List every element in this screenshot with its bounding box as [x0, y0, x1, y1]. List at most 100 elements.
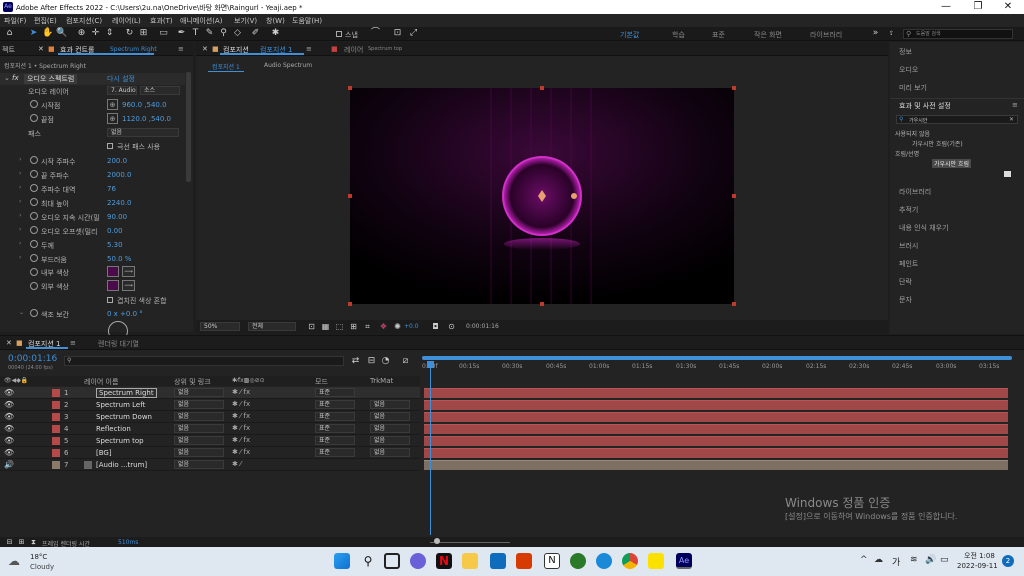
expand-arrow-icon[interactable]: ⌄ [19, 309, 24, 316]
clock-date[interactable]: 2022-09-11 [957, 562, 998, 570]
trkmat-dropdown[interactable]: 없음 [370, 436, 410, 445]
stopwatch-icon[interactable] [30, 114, 38, 122]
parent-dropdown[interactable]: 없음 [174, 460, 224, 469]
blend-overlapping-checkbox[interactable] [107, 297, 113, 303]
panel-menu-icon[interactable]: ≡ [1012, 101, 1018, 109]
stopwatch-icon[interactable] [30, 156, 38, 164]
eye-icon[interactable]: 👁 [4, 388, 14, 397]
timeline-timecode[interactable]: 0:00:01:16 [8, 354, 57, 364]
trkmat-dropdown[interactable]: 없음 [370, 424, 410, 433]
snapshot-icon[interactable]: ◘ [430, 321, 441, 332]
layer-switches[interactable]: ✱ ⁄ fx [232, 412, 250, 420]
expand-icon[interactable]: ⤢ [408, 28, 419, 39]
expand-arrow-icon[interactable]: › [19, 170, 21, 177]
close-tab-icon[interactable]: ✕ [6, 339, 12, 347]
panel-audio[interactable]: 오디오 [899, 65, 918, 75]
dolly-tool-icon[interactable]: ⇕ [104, 28, 115, 39]
expand-arrow-icon[interactable]: › [19, 184, 21, 191]
panel-tracker[interactable]: 추적기 [899, 205, 918, 215]
workspace-small-screen[interactable]: 작은 화면 [754, 30, 782, 40]
inside-color-swatch[interactable] [107, 266, 119, 277]
zoom-slider[interactable] [430, 542, 510, 543]
roto-tool-icon[interactable]: ✐ [250, 28, 261, 39]
work-area-bar[interactable] [422, 356, 1012, 360]
expand-arrow-icon[interactable]: › [19, 226, 21, 233]
outside-color-swatch[interactable] [107, 280, 119, 291]
mode-dropdown[interactable]: 표준 [315, 412, 355, 421]
grid-icon[interactable]: ⊞ [348, 321, 359, 332]
eyedropper-icon[interactable]: ⟿ [122, 280, 135, 291]
wifi-icon[interactable]: ≋ [910, 555, 918, 565]
viewer-menu-icon[interactable]: ≡ [306, 45, 312, 53]
transform-handle[interactable] [348, 194, 352, 198]
parent-dropdown[interactable]: 없음 [174, 424, 224, 433]
layer-row[interactable]: 🔊 7 [Audio ...trum] 없음 ✱ ⁄ [0, 459, 420, 471]
pan-behind-tool-icon[interactable]: ⊞ [138, 28, 149, 39]
battery-icon[interactable]: ▭ [940, 555, 949, 565]
parent-dropdown[interactable]: 없음 [174, 412, 224, 421]
panel-preview[interactable]: 미리 보기 [899, 83, 927, 93]
expand-arrow-icon[interactable]: › [19, 212, 21, 219]
close-tab-icon[interactable]: ✕ [202, 45, 208, 53]
transform-handle[interactable] [540, 86, 544, 90]
stopwatch-icon[interactable] [30, 282, 38, 290]
rectangle-tool-icon[interactable]: ▭ [158, 28, 169, 39]
share-icon[interactable]: ⇪ [886, 28, 897, 39]
mode-dropdown[interactable]: 표준 [315, 448, 355, 457]
task-view-icon[interactable] [384, 553, 400, 569]
pan-tool-icon[interactable]: ✛ [90, 28, 101, 39]
expand-chevron-icon[interactable]: ⌄ [4, 74, 10, 82]
hand-tool-icon[interactable]: ✋ [42, 28, 53, 39]
workspace-standard[interactable]: 표준 [712, 30, 725, 40]
align-icon[interactable]: ⊡ [392, 28, 403, 39]
selection-tool-icon[interactable]: ➤ [28, 28, 39, 39]
transform-handle[interactable] [348, 86, 352, 90]
snap-options-icon[interactable]: ⌒ [370, 28, 381, 39]
mode-dropdown[interactable]: 표준 [315, 424, 355, 433]
fx-icon[interactable]: fx [12, 74, 19, 82]
menu-help[interactable]: 도움말(H) [292, 16, 322, 26]
layer-bar[interactable] [424, 436, 1008, 446]
draft-3d-icon[interactable]: ⊟ [366, 356, 377, 367]
crosshair-icon[interactable]: ⊕ [107, 113, 118, 124]
tree-item-gaussian-blur[interactable]: 가우시안 흐림 [932, 159, 972, 168]
layer-bar[interactable] [424, 388, 1008, 398]
menu-view[interactable]: 보기(V) [234, 16, 257, 26]
layer-name[interactable]: Spectrum Left [96, 401, 145, 409]
chrome-icon[interactable] [622, 553, 638, 569]
zoom-dropdown[interactable]: 50% [200, 322, 240, 331]
menu-layer[interactable]: 레이어(L) [112, 16, 141, 26]
netflix-icon[interactable]: N [436, 553, 452, 569]
effect-name[interactable]: 오디오 스펙트럼 [24, 74, 78, 84]
brush-tool-icon[interactable]: ✎ [204, 28, 215, 39]
layer-row[interactable]: 👁 1 Spectrum Right 없음 ✱ ⁄ fx 표준 [0, 387, 420, 399]
label-color[interactable] [52, 425, 60, 433]
orbit-tool-icon[interactable]: ⊕ [76, 28, 87, 39]
stopwatch-icon[interactable] [30, 240, 38, 248]
label-color[interactable] [52, 413, 60, 421]
menu-effect[interactable]: 효과(T) [150, 16, 173, 26]
eyedropper-icon[interactable]: ⟿ [122, 266, 135, 277]
stopwatch-icon[interactable] [30, 254, 38, 262]
mode-dropdown[interactable]: 표준 [315, 388, 355, 397]
transform-handle[interactable] [732, 194, 736, 198]
viewer-timecode[interactable]: 0:00:01:16 [466, 323, 499, 330]
transparency-grid-icon[interactable]: ▦ [320, 321, 331, 332]
edge-icon[interactable] [596, 553, 612, 569]
layer-search-input[interactable]: ⚲ [64, 356, 344, 366]
label-color[interactable] [52, 389, 60, 397]
audio-layer-dropdown[interactable]: 7. Audio [107, 86, 137, 95]
stopwatch-icon[interactable] [30, 268, 38, 276]
playhead-line[interactable] [430, 363, 431, 535]
tab-render-queue[interactable]: 렌더링 대기열 [98, 339, 139, 349]
clone-tool-icon[interactable]: ⚲ [218, 28, 229, 39]
weather-temp[interactable]: 18°C [30, 553, 47, 561]
mode-dropdown[interactable]: 표준 [315, 400, 355, 409]
workspace-menu-icon[interactable]: » [870, 28, 881, 39]
speaker-icon[interactable]: 🔊 [4, 460, 14, 469]
zoom-tool-icon[interactable]: 🔍 [56, 28, 67, 39]
puppet-tool-icon[interactable]: ✱ [270, 28, 281, 39]
zoom-slider-handle[interactable] [434, 538, 440, 544]
expand-arrow-icon[interactable]: › [19, 254, 21, 261]
layer-name[interactable]: Spectrum top [96, 437, 144, 445]
